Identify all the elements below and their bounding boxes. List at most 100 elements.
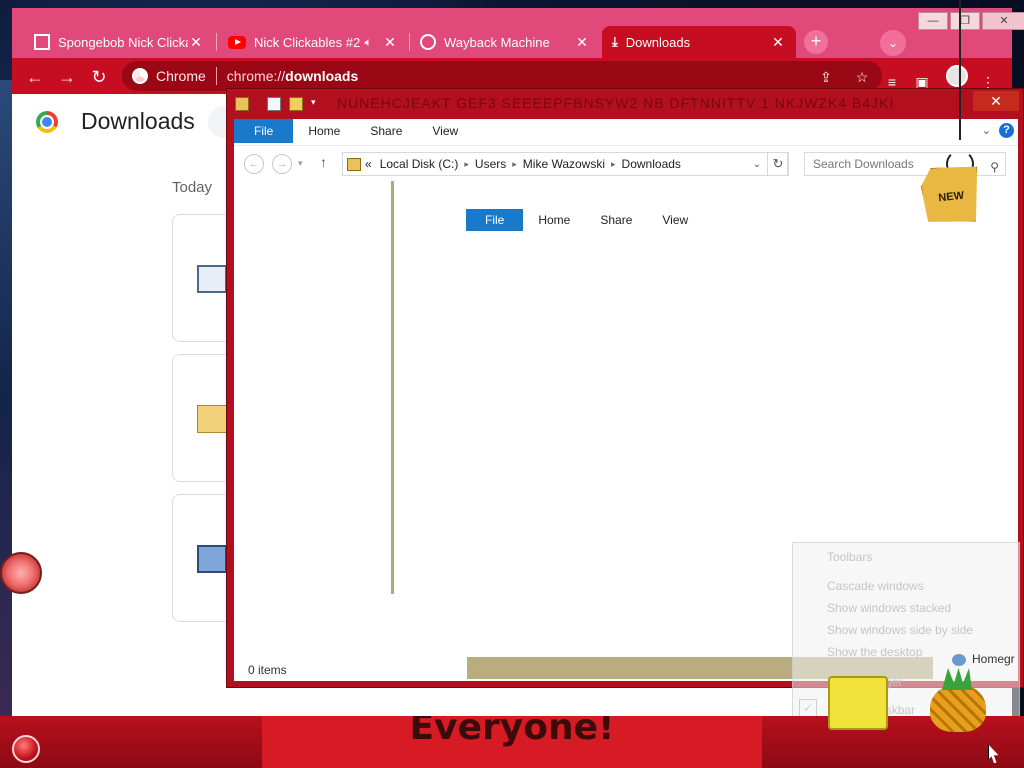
tab-file[interactable]: File xyxy=(466,209,524,231)
breadcrumb-overflow[interactable]: « xyxy=(365,157,372,171)
folder-download-icon xyxy=(347,157,361,171)
chevron-down-icon[interactable]: ▾ xyxy=(311,97,325,111)
address-bar[interactable]: Chrome chrome://downloads ⇪ ☆ xyxy=(122,61,882,91)
chrome-icon xyxy=(132,68,148,84)
search-icon[interactable]: ⚲ xyxy=(990,156,999,178)
tab-nick-clickables[interactable]: Nick Clickables #2 - 🔈︎ ✕ xyxy=(218,26,408,58)
new-sticker: NEW xyxy=(919,163,983,227)
folder-download-icon xyxy=(235,97,249,111)
tab-view[interactable]: View xyxy=(647,209,703,231)
museum-icon xyxy=(34,34,50,50)
up-arrow-icon[interactable]: ↑ xyxy=(320,154,327,170)
navigation-pane-divider[interactable] xyxy=(391,181,394,594)
omnibox-site-label: Chrome xyxy=(156,68,206,84)
close-tab-icon[interactable]: ✕ xyxy=(382,34,398,51)
download-item[interactable] xyxy=(172,354,232,482)
taskbar-context-menu: Toolbars Cascade windows Show windows st… xyxy=(792,542,1020,722)
help-icon[interactable]: ? xyxy=(999,123,1014,138)
fishing-line xyxy=(959,0,961,140)
close-button[interactable]: ✕ xyxy=(973,91,1019,111)
omnibox-url-host: downloads xyxy=(285,68,359,84)
minimize-button[interactable]: — xyxy=(918,12,948,30)
gary-snail-sticker xyxy=(0,552,42,594)
tab-share[interactable]: Share xyxy=(585,209,647,231)
properties-icon[interactable] xyxy=(267,97,281,111)
breadcrumb[interactable]: « Local Disk (C:) ▸ Users ▸ Mike Wazowsk… xyxy=(342,152,788,176)
date-section-heading: Today xyxy=(172,179,213,196)
menu-item-show-desktop[interactable]: Show the desktop xyxy=(827,645,922,659)
checkmark-icon: ✓ xyxy=(799,699,817,717)
tab-search-button[interactable]: ⌄ xyxy=(880,30,906,56)
pineapple-house-sticker xyxy=(930,684,986,732)
close-tab-icon[interactable]: ✕ xyxy=(188,34,204,51)
window-controls: — ❐ ✕ xyxy=(918,12,1024,34)
menu-item-cascade[interactable]: Cascade windows xyxy=(827,579,924,593)
chrome-logo-icon xyxy=(36,111,58,133)
explorer-titlebar: ▾ NUNEHCJEAKT GEF3 SEEEEPFBNSYW2 NB DFTN… xyxy=(227,89,1024,119)
breadcrumb-user[interactable]: Mike Wazowski xyxy=(523,157,605,171)
omnibox-url-scheme: chrome:// xyxy=(226,68,286,84)
download-item[interactable] xyxy=(172,214,232,342)
address-row: ← → ▾ ↑ « Local Disk (C:) ▸ Users ▸ Mike… xyxy=(234,145,1018,179)
new-folder-icon[interactable] xyxy=(289,97,303,111)
item-count: 0 items xyxy=(248,663,287,677)
tab-title: Wayback Machine xyxy=(444,34,550,50)
tab-separator xyxy=(216,33,217,51)
close-tab-icon[interactable]: ✕ xyxy=(574,34,590,51)
desktop-wallpaper-strip xyxy=(0,80,12,720)
youtube-icon xyxy=(228,35,246,49)
tab-home[interactable]: Home xyxy=(523,209,585,231)
new-tab-button[interactable]: + xyxy=(804,30,828,54)
homegroup-label[interactable]: Homegr xyxy=(972,652,1015,666)
close-tab-icon[interactable]: ✕ xyxy=(770,34,786,51)
chevron-right-icon[interactable]: ▸ xyxy=(512,159,517,170)
breadcrumb-downloads[interactable]: Downloads xyxy=(622,157,681,171)
close-button[interactable]: ✕ xyxy=(982,12,1024,30)
tab-downloads[interactable]: ⤓ Downloads ✕ xyxy=(602,26,796,58)
menu-item-stacked[interactable]: Show windows stacked xyxy=(827,601,951,615)
ribbon-tabs-duplicate: File Home Share View xyxy=(466,209,703,231)
forward-arrow-icon[interactable]: → xyxy=(56,66,78,88)
breadcrumb-local-disk[interactable]: Local Disk (C:) xyxy=(380,157,459,171)
zip-folder-icon xyxy=(197,405,227,433)
back-arrow-icon[interactable]: ← xyxy=(244,154,264,174)
tab-strip: Spongebob Nick Clickab ✕ Nick Clickables… xyxy=(12,8,1024,58)
profile-avatar-icon[interactable] xyxy=(946,65,968,87)
menu-item-toolbars[interactable]: Toolbars xyxy=(827,550,872,564)
page-title: Downloads xyxy=(81,108,195,134)
tab-title: Downloads xyxy=(625,34,691,50)
tab-share[interactable]: Share xyxy=(355,119,417,143)
tab-view[interactable]: View xyxy=(417,119,473,143)
window-file-icon xyxy=(197,265,227,293)
breadcrumb-users[interactable]: Users xyxy=(475,157,506,171)
bookmark-star-icon[interactable]: ☆ xyxy=(852,67,872,87)
tab-title: Spongebob Nick Clickab xyxy=(58,34,188,50)
forward-arrow-icon[interactable]: → xyxy=(272,154,292,174)
speaker-icon[interactable]: 🔈︎ xyxy=(365,35,372,50)
restore-button[interactable]: ❐ xyxy=(950,12,980,30)
back-arrow-icon[interactable]: ← xyxy=(24,66,46,88)
reload-icon[interactable]: ↻ xyxy=(88,66,110,88)
tab-home[interactable]: Home xyxy=(293,119,355,143)
tab-title: Nick Clickables #2 - xyxy=(254,34,365,50)
search-placeholder: Search Downloads xyxy=(813,157,914,171)
start-button[interactable] xyxy=(12,735,40,763)
taskbar-banner: Everyone! xyxy=(262,716,762,768)
expand-ribbon-icon[interactable]: ⌄ xyxy=(982,124,991,137)
address-dropdown-icon[interactable]: ⌄ xyxy=(753,159,761,170)
refresh-icon[interactable]: ↻ xyxy=(767,152,789,176)
recent-locations-chevron-icon[interactable]: ▾ xyxy=(298,158,303,169)
ribbon-tabs: File Home Share View xyxy=(234,119,1018,143)
download-item[interactable] xyxy=(172,494,232,622)
tab-spongebob[interactable]: Spongebob Nick Clickab ✕ xyxy=(24,26,214,58)
menu-item-side-by-side[interactable]: Show windows side by side xyxy=(827,623,973,637)
tab-file[interactable]: File xyxy=(234,119,294,143)
download-icon: ⤓ xyxy=(612,34,618,49)
share-icon[interactable]: ⇪ xyxy=(816,67,836,87)
ribbon-right-controls: ⌄ ? xyxy=(982,123,1014,138)
installer-computer-icon xyxy=(197,545,227,573)
chevron-right-icon[interactable]: ▸ xyxy=(464,159,469,170)
omnibox-separator xyxy=(215,67,217,85)
tab-wayback-machine[interactable]: Wayback Machine ✕ xyxy=(410,26,600,58)
chevron-right-icon[interactable]: ▸ xyxy=(611,159,616,170)
